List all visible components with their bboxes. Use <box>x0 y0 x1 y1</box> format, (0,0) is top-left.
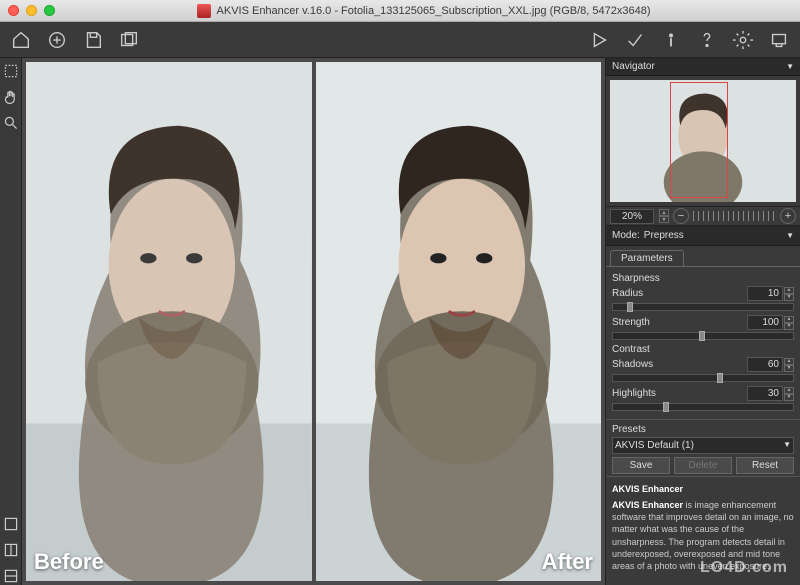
save-preset-button[interactable]: Save <box>612 457 670 474</box>
radius-value[interactable]: 10 <box>747 286 783 301</box>
tab-parameters[interactable]: Parameters <box>610 250 684 266</box>
highlights-up[interactable]: ▲ <box>784 387 794 394</box>
shadows-label: Shadows <box>612 359 747 370</box>
parameters-panel: Sharpness Radius 10 ▲▼ Strength 100 ▲▼ C… <box>606 266 800 419</box>
main-toolbar <box>0 22 800 58</box>
close-window-button[interactable] <box>8 5 19 16</box>
save-file-icon[interactable] <box>82 29 104 51</box>
strength-down[interactable]: ▼ <box>784 323 794 330</box>
mode-label: Mode: <box>612 230 640 241</box>
right-panel: Navigator ▼ 20% ▲▼ − + Mode: Prepre <box>605 58 800 585</box>
help-icon[interactable] <box>696 29 718 51</box>
chevron-down-icon: ▼ <box>786 62 794 71</box>
watermark: LO4D.com <box>700 559 788 577</box>
presets-panel: Presets AKVIS Default (1) ▼ Save Delete … <box>606 419 800 476</box>
shadows-slider[interactable] <box>612 374 794 382</box>
maximize-window-button[interactable] <box>44 5 55 16</box>
shadows-up[interactable]: ▲ <box>784 358 794 365</box>
zoom-controls: 20% ▲▼ − + <box>606 206 800 226</box>
highlights-down[interactable]: ▼ <box>784 394 794 401</box>
presets-title: Presets <box>612 424 794 435</box>
navigator-title: Navigator <box>612 61 655 72</box>
strength-label: Strength <box>612 317 747 328</box>
preset-select[interactable]: AKVIS Default (1) ▼ <box>612 437 794 454</box>
open-file-icon[interactable] <box>46 29 68 51</box>
window-controls <box>8 5 55 16</box>
strength-up[interactable]: ▲ <box>784 316 794 323</box>
navigator-panel <box>606 76 800 206</box>
description-title: AKVIS Enhancer <box>612 484 683 494</box>
radius-label: Radius <box>612 288 747 299</box>
navigator-viewport-rect[interactable] <box>670 82 728 198</box>
zoom-slider[interactable] <box>693 211 776 221</box>
chevron-down-icon: ▼ <box>783 440 791 449</box>
radius-up[interactable]: ▲ <box>784 287 794 294</box>
after-pane[interactable]: After <box>316 62 602 581</box>
navigator-thumbnail[interactable] <box>610 80 796 202</box>
home-icon[interactable] <box>10 29 32 51</box>
preset-selected: AKVIS Default (1) <box>615 440 694 451</box>
left-tool-palette <box>0 58 22 585</box>
pointer-tool-icon[interactable] <box>2 62 20 80</box>
app-icon <box>197 4 211 18</box>
preview-area: Before After <box>22 58 605 585</box>
description-lead: AKVIS Enhancer <box>612 500 683 510</box>
highlights-slider[interactable] <box>612 403 794 411</box>
highlights-label: Highlights <box>612 388 747 399</box>
zoom-tool-icon[interactable] <box>2 114 20 132</box>
minimize-window-button[interactable] <box>26 5 37 16</box>
zoom-value[interactable]: 20% <box>610 209 654 224</box>
reset-preset-button[interactable]: Reset <box>736 457 794 474</box>
sharpness-group-label: Sharpness <box>612 273 794 284</box>
radius-down[interactable]: ▼ <box>784 294 794 301</box>
settings-icon[interactable] <box>732 29 754 51</box>
zoom-step-up[interactable]: ▲ <box>659 209 669 216</box>
radius-slider[interactable] <box>612 303 794 311</box>
batch-icon[interactable] <box>118 29 140 51</box>
zoom-in-button[interactable]: + <box>780 208 796 224</box>
shadows-down[interactable]: ▼ <box>784 365 794 372</box>
shadows-value[interactable]: 60 <box>747 357 783 372</box>
mode-row: Mode: Prepress ▼ <box>606 226 800 246</box>
run-icon[interactable] <box>588 29 610 51</box>
contrast-group-label: Contrast <box>612 344 794 355</box>
mode-select[interactable]: Prepress <box>644 230 786 241</box>
layout-split-h-icon[interactable] <box>2 541 20 559</box>
hand-tool-icon[interactable] <box>2 88 20 106</box>
apply-icon[interactable] <box>624 29 646 51</box>
title-bar: AKVIS Enhancer v.16.0 - Fotolia_13312506… <box>0 0 800 22</box>
notification-icon[interactable] <box>768 29 790 51</box>
info-icon[interactable] <box>660 29 682 51</box>
strength-value[interactable]: 100 <box>747 315 783 330</box>
before-pane[interactable]: Before <box>26 62 312 581</box>
zoom-step-down[interactable]: ▼ <box>659 216 669 223</box>
navigator-header[interactable]: Navigator ▼ <box>606 58 800 76</box>
window-title: AKVIS Enhancer v.16.0 - Fotolia_13312506… <box>217 5 651 17</box>
layout-split-v-icon[interactable] <box>2 567 20 585</box>
after-label: After <box>542 549 593 575</box>
before-label: Before <box>34 549 104 575</box>
highlights-value[interactable]: 30 <box>747 386 783 401</box>
layout-single-icon[interactable] <box>2 515 20 533</box>
zoom-out-button[interactable]: − <box>673 208 689 224</box>
chevron-down-icon: ▼ <box>786 231 794 240</box>
strength-slider[interactable] <box>612 332 794 340</box>
delete-preset-button[interactable]: Delete <box>674 457 732 474</box>
